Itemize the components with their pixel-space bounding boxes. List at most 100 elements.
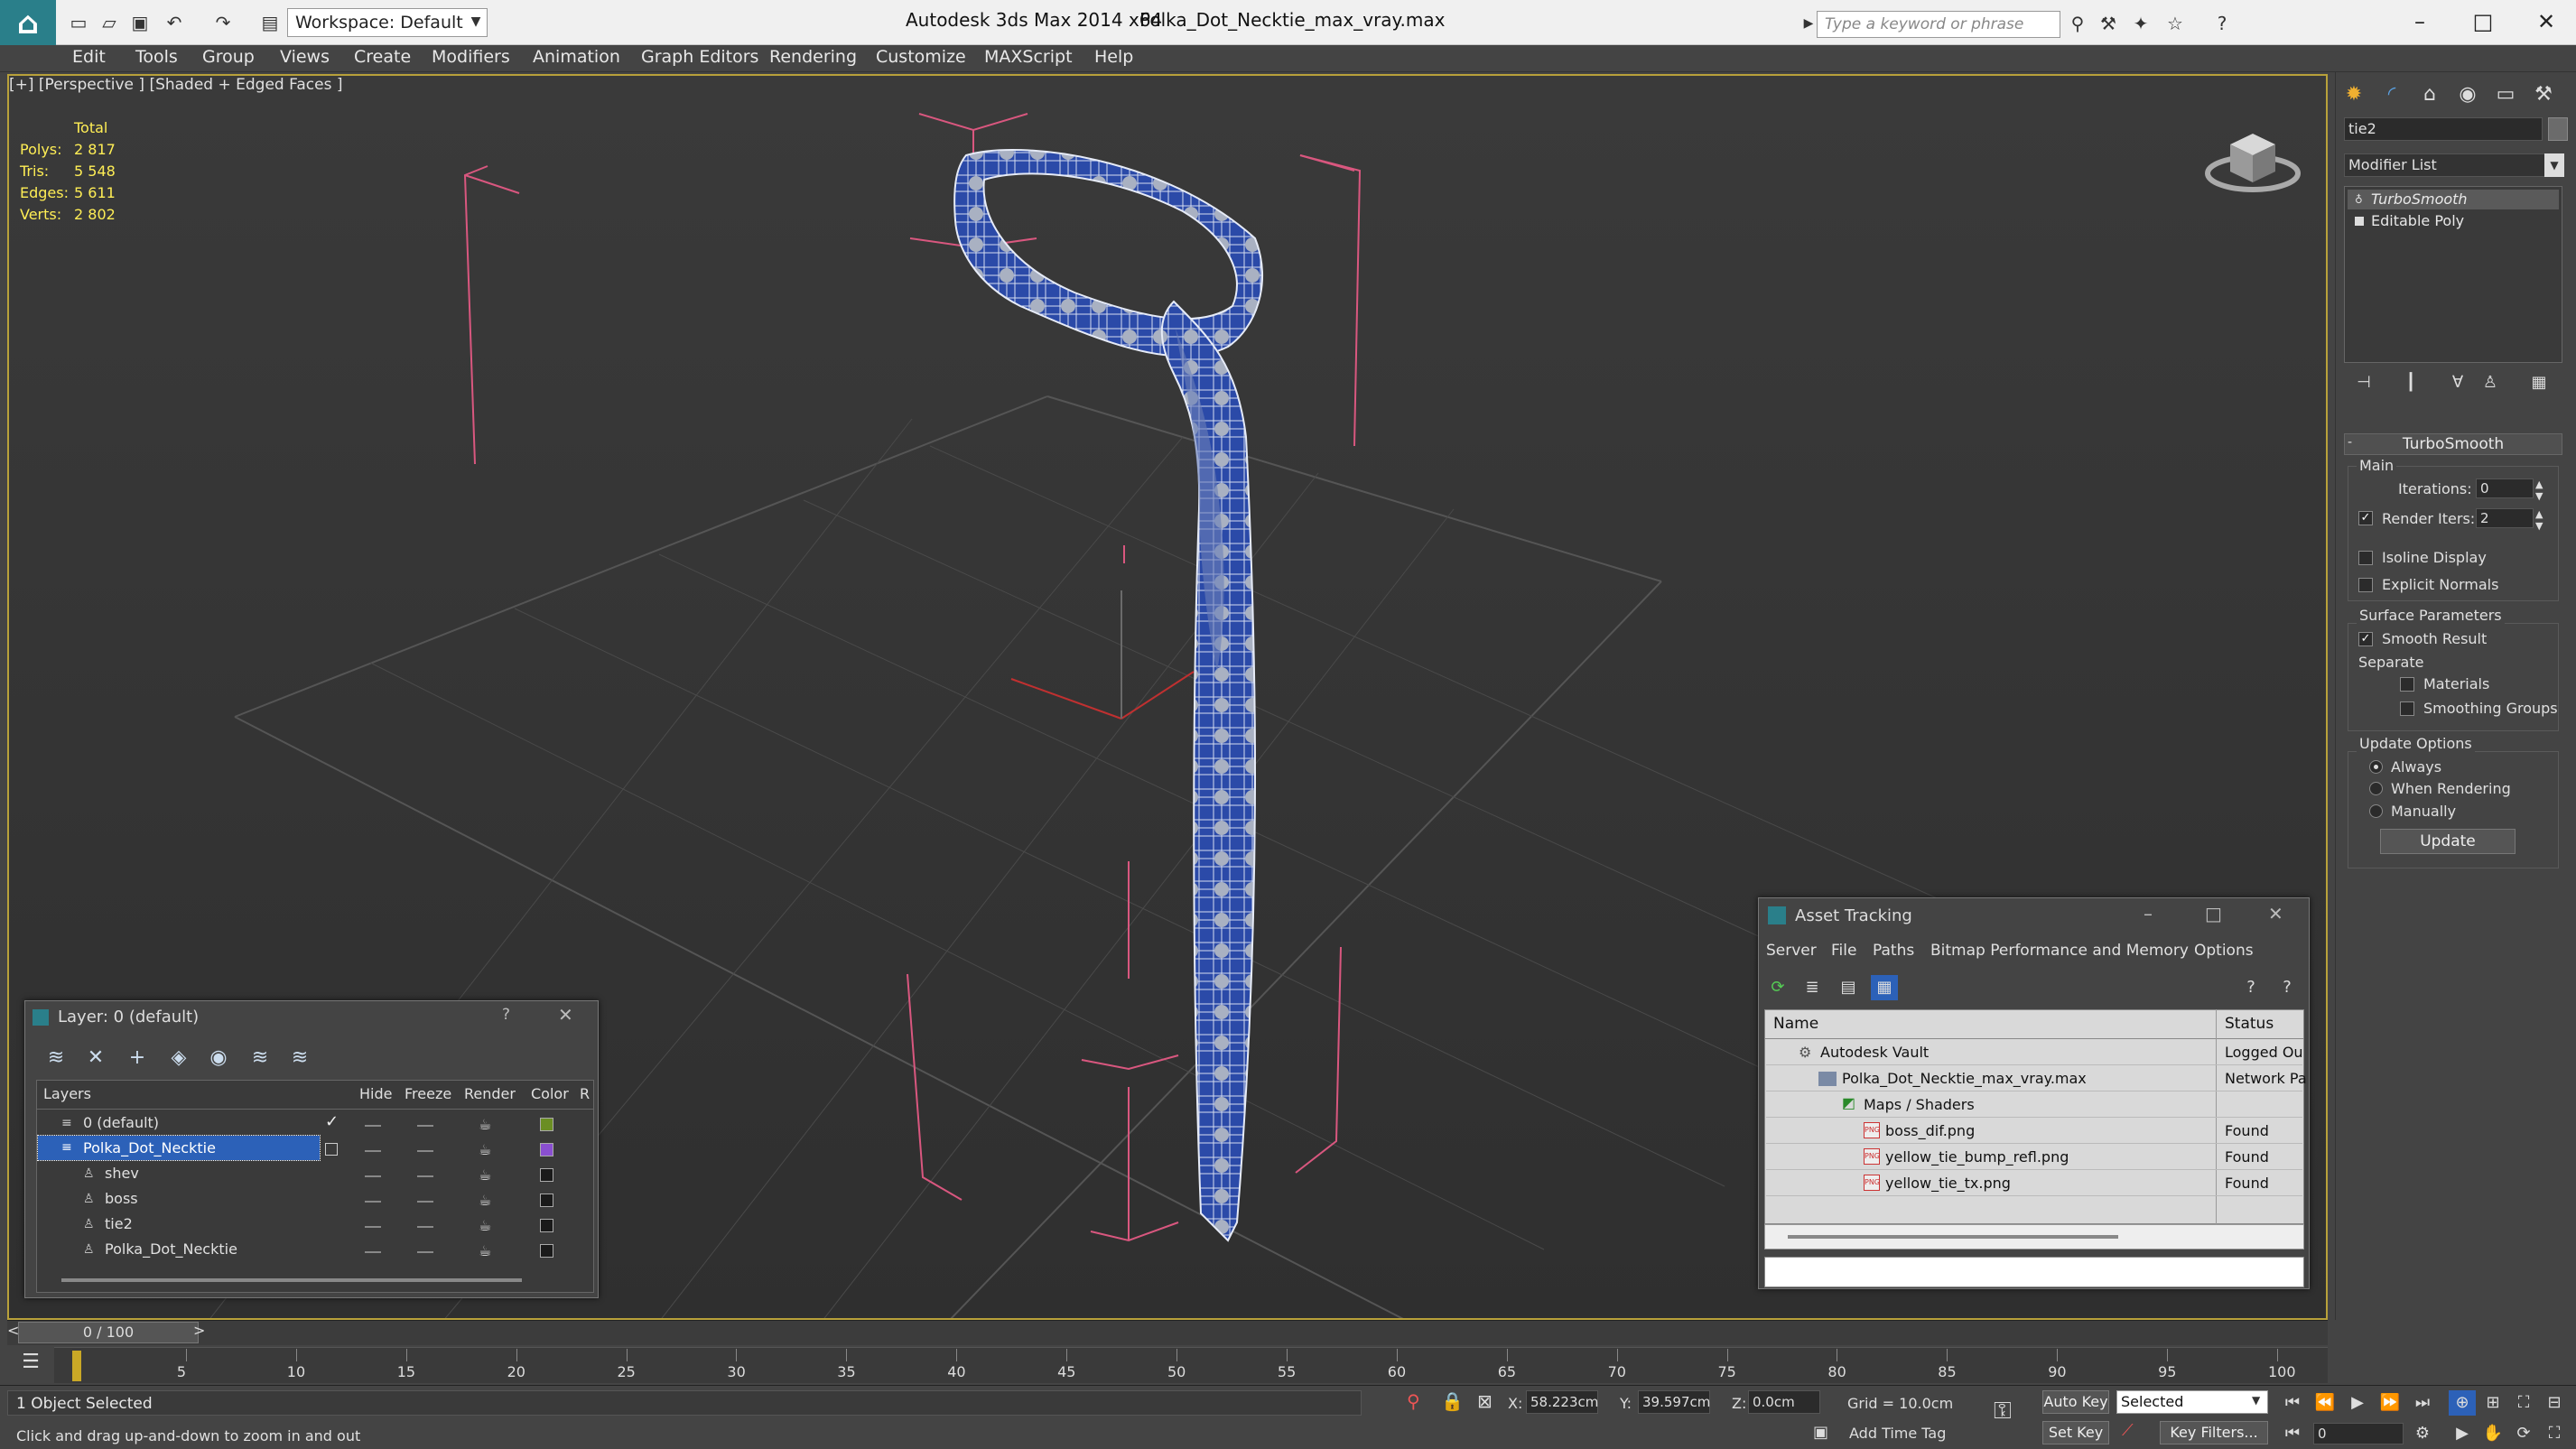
col-r[interactable]: R [580, 1085, 590, 1102]
stack-item-editable-poly[interactable]: Editable Poly [2348, 211, 2559, 231]
create-tab-icon[interactable]: ✹ [2339, 79, 2369, 110]
layer-row[interactable]: tie2 [38, 1212, 320, 1236]
help-icon[interactable]: ? [2237, 975, 2264, 1000]
zoom-extents-all-icon[interactable]: ⊟ [2541, 1390, 2568, 1416]
field-of-view-icon[interactable]: ▶ [2449, 1421, 2476, 1446]
binoculars-icon[interactable]: ⚲ [2066, 12, 2089, 35]
go-to-start-icon[interactable]: ⏮ [2279, 1390, 2306, 1416]
col-status[interactable]: Status [2225, 1015, 2274, 1033]
show-end-result-icon[interactable]: ┃ [2400, 372, 2422, 394]
search-input[interactable]: Type a keyword or phrase [1817, 11, 2060, 38]
lock-icon[interactable]: 🔒 [1441, 1390, 1464, 1412]
menu-maxscript[interactable]: MAXScript [984, 47, 1073, 67]
viewcube-icon[interactable] [2203, 117, 2302, 199]
time-config-icon[interactable]: ⚙ [2409, 1421, 2436, 1446]
remove-modifier-icon[interactable]: ♙ [2479, 372, 2501, 394]
asset-menu-bitmap-performance[interactable]: Bitmap Performance and Memory [1930, 942, 2189, 960]
layer-color-swatch[interactable] [540, 1244, 553, 1258]
maximize-button[interactable]: □ [2460, 5, 2506, 38]
chevron-down-icon[interactable]: ▼ [466, 8, 486, 37]
object-name-field[interactable]: tie2 [2344, 117, 2543, 141]
menu-modifiers[interactable]: Modifiers [432, 47, 510, 67]
hide-toggle[interactable] [365, 1251, 381, 1253]
zoom-icon[interactable]: ⊕ [2449, 1390, 2476, 1416]
render-teapot-icon[interactable]: ☕ [479, 1192, 491, 1209]
favorites-star-icon[interactable]: ☆ [2163, 12, 2187, 35]
asset-menu-file[interactable]: File [1831, 942, 1856, 960]
viewport-label[interactable]: [+] [Perspective ] [Shaded + Edged Faces… [9, 76, 342, 94]
freeze-toggle[interactable] [417, 1201, 433, 1203]
rollout-collapse-icon[interactable]: - [2348, 435, 2352, 450]
list-view-icon[interactable]: ≣ [1799, 975, 1826, 1000]
workspace-dropdown[interactable]: Workspace: Default [287, 8, 488, 37]
active-layer-checkmark-icon[interactable]: ✓ [325, 1112, 339, 1131]
layer-row[interactable]: Polka_Dot_Necktie [37, 1135, 321, 1161]
freeze-toggle[interactable] [417, 1150, 433, 1152]
col-freeze[interactable]: Freeze [405, 1085, 451, 1102]
table-view-icon[interactable]: ▦ [1871, 975, 1898, 1000]
freeze-toggle[interactable] [417, 1226, 433, 1228]
asset-row[interactable] [1766, 1171, 2302, 1196]
time-slider[interactable]: 0 / 100 [18, 1322, 199, 1343]
menu-edit[interactable]: Edit [72, 47, 106, 67]
spinner-arrows-icon[interactable]: ▲ ▼ [2535, 508, 2543, 532]
timeline-track[interactable] [54, 1347, 2328, 1383]
close-icon[interactable]: ✕ [2268, 903, 2283, 924]
scrollbar-thumb[interactable] [1788, 1235, 2118, 1239]
manually-radio[interactable] [2369, 804, 2383, 818]
menu-customize[interactable]: Customize [876, 47, 966, 67]
always-radio[interactable] [2369, 760, 2383, 774]
explicit-normals-checkbox[interactable] [2358, 578, 2373, 592]
mini-curve-editor-icon[interactable]: ☰ [13, 1351, 49, 1381]
asset-path-field[interactable] [1764, 1257, 2304, 1287]
close-button[interactable]: ✕ [2524, 5, 2569, 38]
smooth-result-checkbox[interactable]: ✓ [2358, 632, 2373, 646]
orbit-icon[interactable]: ⟳ [2510, 1421, 2537, 1446]
update-button[interactable]: Update [2380, 829, 2516, 854]
key-set-dropdown[interactable]: Selected [2116, 1390, 2268, 1414]
freeze-toggle[interactable] [417, 1175, 433, 1177]
select-objects-icon[interactable]: ◈ [166, 1045, 191, 1071]
hide-toggle[interactable] [365, 1125, 381, 1127]
previous-frame-icon[interactable]: ⏪ [2311, 1390, 2339, 1416]
freeze-all-icon[interactable]: ≋ [287, 1045, 312, 1071]
smoothing-groups-checkbox[interactable] [2400, 701, 2414, 716]
layer-row[interactable]: 0 (default) [38, 1110, 320, 1135]
redo-icon[interactable]: ↷ [211, 11, 235, 34]
minimize-icon[interactable]: – [2144, 903, 2153, 924]
z-coord-field[interactable]: 0.0cm [1748, 1390, 1820, 1414]
menu-graph-editors[interactable]: Graph Editors [641, 47, 758, 67]
timeline-scrubber[interactable] [72, 1351, 81, 1381]
help-icon[interactable]: ? [2210, 12, 2234, 35]
materials-checkbox[interactable] [2400, 677, 2414, 692]
whats-this-icon[interactable]: ? [2274, 975, 2301, 1000]
hide-toggle[interactable] [365, 1150, 381, 1152]
communication-icon[interactable]: ✦ [2129, 12, 2153, 35]
delete-layer-icon[interactable]: ✕ [83, 1045, 108, 1071]
menu-animation[interactable]: Animation [533, 47, 620, 67]
next-frame-icon[interactable]: > [193, 1322, 205, 1339]
app-logo-icon[interactable]: ⌂ [0, 0, 56, 51]
project-folder-icon[interactable]: ▤ [258, 11, 282, 34]
refresh-icon[interactable]: ⟳ [1764, 975, 1791, 1000]
chevron-down-icon[interactable]: ▼ [2544, 153, 2564, 177]
x-coord-field[interactable]: 58.223cm [1526, 1390, 1598, 1414]
object-color-swatch[interactable] [2548, 117, 2568, 141]
utilities-tab-icon[interactable]: ⚒ [2528, 79, 2559, 110]
asset-menu-paths[interactable]: Paths [1873, 942, 1914, 960]
hierarchy-tab-icon[interactable]: ⌂ [2414, 79, 2445, 110]
new-file-icon[interactable]: ▭ [67, 11, 90, 34]
col-layers[interactable]: Layers [43, 1085, 91, 1102]
layer-color-swatch[interactable] [540, 1194, 553, 1207]
render-iters-checkbox[interactable]: ✓ [2358, 511, 2373, 525]
add-time-tag[interactable]: Add Time Tag [1849, 1425, 1946, 1442]
go-to-end-icon[interactable]: ⏭ [2409, 1390, 2436, 1416]
layer-color-swatch[interactable] [540, 1143, 553, 1156]
menu-help[interactable]: Help [1094, 47, 1133, 67]
y-coord-field[interactable]: 39.597cm [1638, 1390, 1710, 1414]
render-teapot-icon[interactable]: ☕ [479, 1242, 491, 1259]
menu-group[interactable]: Group [202, 47, 255, 67]
menu-create[interactable]: Create [354, 47, 411, 67]
highlight-layer-icon[interactable]: ◉ [206, 1045, 231, 1071]
new-layer-icon[interactable]: ≋ [43, 1045, 69, 1071]
